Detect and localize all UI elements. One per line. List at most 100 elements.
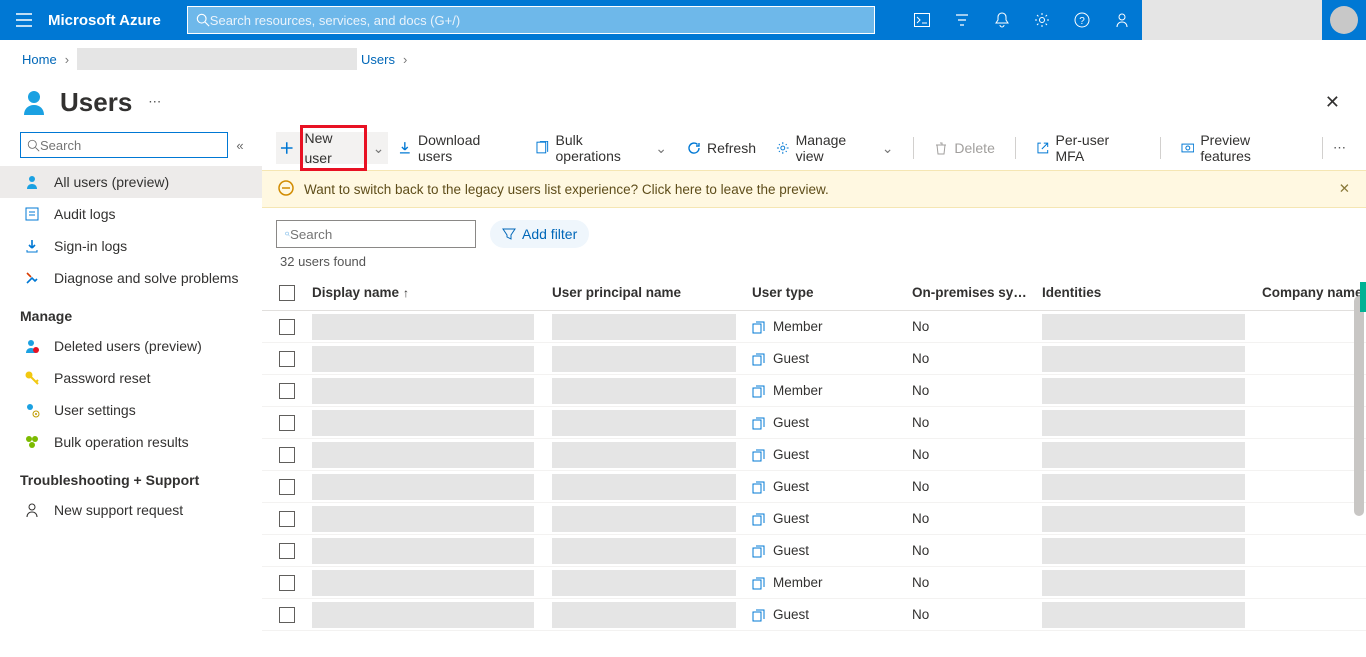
row-checkbox[interactable] bbox=[262, 479, 306, 495]
settings-button[interactable] bbox=[1022, 0, 1062, 40]
feedback-button[interactable] bbox=[1102, 0, 1142, 40]
copy-icon[interactable] bbox=[752, 321, 765, 334]
col-company[interactable]: Company name bbox=[1256, 285, 1366, 300]
row-checkbox[interactable] bbox=[262, 543, 306, 559]
list-search[interactable] bbox=[276, 220, 476, 248]
sidebar-item-label: All users (preview) bbox=[54, 174, 169, 190]
table-row[interactable]: MemberNo bbox=[262, 375, 1366, 407]
row-checkbox[interactable] bbox=[262, 319, 306, 335]
preview-features-button[interactable]: Preview features bbox=[1171, 132, 1312, 164]
copy-icon[interactable] bbox=[752, 545, 765, 558]
sidebar-item-deleted-users[interactable]: Deleted users (preview) bbox=[0, 330, 262, 362]
directory-filter-button[interactable] bbox=[942, 0, 982, 40]
new-user-button[interactable]: New user ⌄ bbox=[276, 132, 388, 164]
cell-onprem: No bbox=[906, 607, 1036, 622]
feedback-tab[interactable] bbox=[1360, 282, 1366, 312]
cell-display-name bbox=[306, 570, 546, 596]
list-search-input[interactable] bbox=[290, 227, 467, 242]
col-display-name[interactable]: Display name↑ bbox=[306, 285, 546, 300]
sidebar-item-all-users[interactable]: All users (preview) bbox=[0, 166, 262, 198]
sidebar-item-signin-logs[interactable]: Sign-in logs bbox=[0, 230, 262, 262]
row-checkbox[interactable] bbox=[262, 447, 306, 463]
breadcrumb-users[interactable]: Users bbox=[361, 52, 395, 67]
refresh-button[interactable]: Refresh bbox=[677, 132, 766, 164]
cell-upn bbox=[546, 410, 746, 436]
sidebar-item-password-reset[interactable]: Password reset bbox=[0, 362, 262, 394]
copy-icon[interactable] bbox=[752, 513, 765, 526]
preview-banner[interactable]: Want to switch back to the legacy users … bbox=[262, 170, 1366, 208]
download-users-button[interactable]: Download users bbox=[388, 132, 526, 164]
copy-icon[interactable] bbox=[752, 353, 765, 366]
overflow-button[interactable]: ⋯ bbox=[1333, 140, 1346, 156]
cell-onprem: No bbox=[906, 511, 1036, 526]
col-identities[interactable]: Identities bbox=[1036, 285, 1256, 300]
row-checkbox[interactable] bbox=[262, 575, 306, 591]
sidebar-item-audit-logs[interactable]: Audit logs bbox=[0, 198, 262, 230]
copy-icon[interactable] bbox=[752, 449, 765, 462]
copy-icon[interactable] bbox=[752, 481, 765, 494]
sidebar-item-diagnose[interactable]: Diagnose and solve problems bbox=[0, 262, 262, 294]
account-area[interactable] bbox=[1142, 0, 1322, 40]
table-row[interactable]: GuestNo bbox=[262, 439, 1366, 471]
sidebar-item-label: Audit logs bbox=[54, 206, 115, 222]
col-upn[interactable]: User principal name bbox=[546, 285, 746, 300]
col-user-type[interactable]: User type bbox=[746, 285, 906, 300]
help-button[interactable]: ? bbox=[1062, 0, 1102, 40]
delete-button: Delete bbox=[924, 132, 1004, 164]
table-row[interactable]: GuestNo bbox=[262, 343, 1366, 375]
global-search-input[interactable] bbox=[210, 13, 866, 28]
table-row[interactable]: GuestNo bbox=[262, 503, 1366, 535]
cell-user-type: Guest bbox=[746, 479, 906, 494]
separator bbox=[1322, 137, 1323, 159]
notifications-button[interactable] bbox=[982, 0, 1022, 40]
sidebar-item-bulk-results[interactable]: Bulk operation results bbox=[0, 426, 262, 458]
manage-view-button[interactable]: Manage view ⌄ bbox=[766, 132, 903, 164]
table-row[interactable]: GuestNo bbox=[262, 599, 1366, 631]
cloud-shell-button[interactable] bbox=[902, 0, 942, 40]
cell-identities bbox=[1036, 506, 1256, 532]
hamburger-menu[interactable] bbox=[0, 0, 48, 40]
scrollbar[interactable] bbox=[1354, 296, 1364, 516]
copy-icon[interactable] bbox=[752, 609, 765, 622]
table-row[interactable]: GuestNo bbox=[262, 535, 1366, 567]
row-checkbox[interactable] bbox=[262, 383, 306, 399]
row-checkbox[interactable] bbox=[262, 351, 306, 367]
collapse-sidebar-button[interactable]: « bbox=[228, 138, 252, 153]
banner-close-button[interactable]: ✕ bbox=[1339, 181, 1350, 197]
cell-onprem: No bbox=[906, 447, 1036, 462]
row-checkbox[interactable] bbox=[262, 511, 306, 527]
sidebar-item-label: Bulk operation results bbox=[54, 434, 189, 450]
per-user-mfa-button[interactable]: Per-user MFA bbox=[1026, 132, 1150, 164]
col-onprem[interactable]: On-premises sy… bbox=[906, 285, 1036, 300]
bulk-operations-button[interactable]: Bulk operations ⌄ bbox=[526, 132, 677, 164]
sidebar-search[interactable] bbox=[20, 132, 228, 158]
table-row[interactable]: MemberNo bbox=[262, 567, 1366, 599]
copy-icon[interactable] bbox=[752, 385, 765, 398]
row-checkbox[interactable] bbox=[262, 415, 306, 431]
sidebar-item-new-support[interactable]: New support request bbox=[0, 494, 262, 526]
bulk-icon bbox=[24, 434, 44, 450]
breadcrumb-home[interactable]: Home bbox=[22, 52, 57, 67]
user-settings-icon bbox=[24, 402, 44, 418]
breadcrumb-tenant[interactable] bbox=[77, 48, 357, 70]
table-row[interactable]: GuestNo bbox=[262, 471, 1366, 503]
cell-identities bbox=[1036, 378, 1256, 404]
page-more-button[interactable]: ⋯ bbox=[148, 94, 161, 110]
copy-icon[interactable] bbox=[752, 417, 765, 430]
brand-label[interactable]: Microsoft Azure bbox=[48, 12, 161, 29]
copy-icon[interactable] bbox=[752, 577, 765, 590]
sidebar-search-input[interactable] bbox=[40, 138, 221, 153]
users-table: Display name↑ User principal name User t… bbox=[262, 275, 1366, 631]
cell-onprem: No bbox=[906, 383, 1036, 398]
global-search[interactable] bbox=[187, 6, 875, 34]
table-row[interactable]: GuestNo bbox=[262, 407, 1366, 439]
row-checkbox[interactable] bbox=[262, 607, 306, 623]
close-button[interactable]: ✕ bbox=[1325, 92, 1340, 113]
avatar[interactable] bbox=[1330, 6, 1358, 34]
add-filter-button[interactable]: Add filter bbox=[490, 220, 589, 248]
table-row[interactable]: MemberNo bbox=[262, 311, 1366, 343]
cell-user-type: Guest bbox=[746, 447, 906, 462]
download-users-label: Download users bbox=[418, 132, 516, 164]
select-all-checkbox[interactable] bbox=[262, 285, 306, 301]
sidebar-item-user-settings[interactable]: User settings bbox=[0, 394, 262, 426]
